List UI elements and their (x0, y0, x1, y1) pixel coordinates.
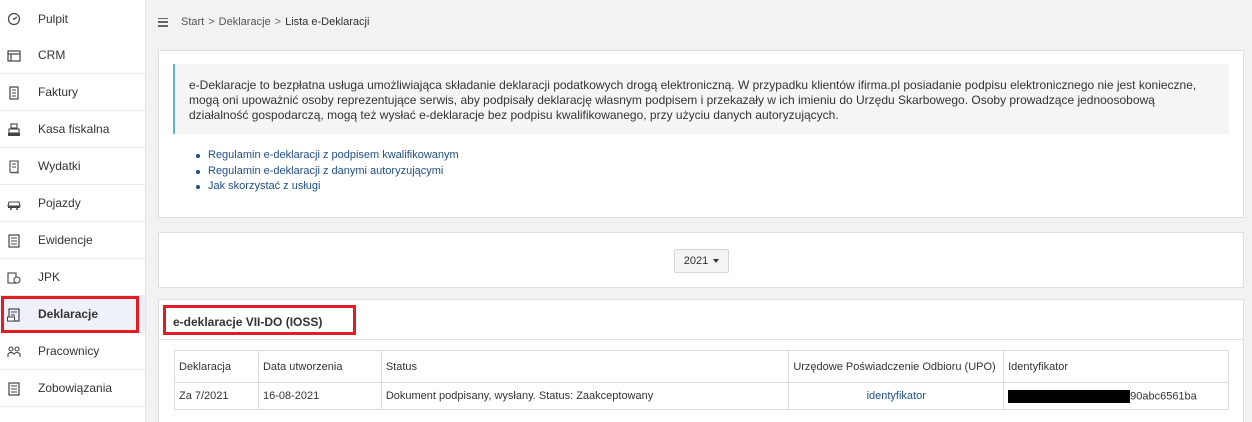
column-header: Urzędowe Poświadczenie Odbioru (UPO) (788, 350, 1005, 383)
upo-link[interactable]: identyfikator (867, 390, 926, 402)
sidebar-item-label: Zobowiązania (38, 381, 113, 395)
crm-icon (6, 48, 21, 63)
breadcrumb-start[interactable]: Start (181, 16, 204, 28)
sidebar-item-label: Pracownicy (38, 344, 100, 358)
column-header: Status (380, 350, 790, 383)
column-header: Identyfikator (1003, 350, 1229, 383)
declarations-icon (6, 307, 21, 322)
sidebar-item-wydatki[interactable]: Wydatki (0, 148, 145, 185)
cell-data: 16-08-2021 (257, 382, 382, 410)
sidebar-item-label: Faktury (38, 85, 79, 99)
declarations-title: e-deklaracje VII-DO (IOSS) (173, 315, 323, 329)
jpk-icon (6, 270, 21, 285)
identyfikator-suffix: 90abc6561ba (1130, 389, 1197, 402)
column-header: Data utworzenia (257, 350, 382, 383)
expenses-icon (6, 159, 21, 174)
sidebar-item-pulpit[interactable]: Pulpit (0, 0, 145, 37)
car-icon (6, 196, 21, 211)
dashboard-icon (6, 11, 21, 26)
sidebar-item-label: Ewidencje (38, 233, 93, 247)
employees-icon (6, 344, 21, 359)
declarations-header: e-deklaracje VII-DO (IOSS) (159, 300, 1243, 340)
info-callout: e-Deklaracje to bezpłatna usługa umożliw… (173, 64, 1229, 134)
sidebar-item-pojazdy[interactable]: Pojazdy (0, 185, 145, 222)
cash-register-icon (6, 122, 21, 137)
sidebar-item-label: Kasa fiskalna (38, 122, 110, 136)
sidebar-item-pracownicy[interactable]: Pracownicy (0, 333, 145, 370)
invoice-icon (6, 85, 21, 100)
breadcrumb-current: Lista e-Deklaracji (285, 16, 370, 28)
year-dropdown[interactable]: 2021 (674, 249, 729, 273)
table-header-row: Deklaracja Data utworzenia Status Urzędo… (174, 350, 1229, 383)
liabilities-icon (6, 381, 21, 396)
table-row: Za 7/2021 16-08-2021 Dokument podpisany,… (174, 382, 1229, 410)
year-panel: 2021 (158, 232, 1244, 288)
breadcrumb-separator: > (208, 16, 215, 28)
sidebar-item-ewidencje[interactable]: Ewidencje (0, 222, 145, 259)
column-header: Deklaracja (174, 350, 259, 383)
records-icon (6, 233, 21, 248)
sidebar-item-jpk[interactable]: JPK (0, 259, 145, 296)
cell-identyfikator: 90abc6561ba (1003, 382, 1229, 410)
cell-status: Dokument podpisany, wysłany. Status: Zaa… (380, 382, 790, 410)
cell-deklaracja: Za 7/2021 (174, 382, 259, 410)
declarations-panel: e-deklaracje VII-DO (IOSS) Deklaracja Da… (158, 299, 1244, 422)
sidebar-item-crm[interactable]: CRM (0, 37, 145, 74)
sidebar-item-label: Wydatki (38, 159, 81, 173)
info-links: Regulamin e-deklaracji z podpisem kwalif… (195, 148, 459, 195)
sidebar-item-label: Deklaracje (38, 307, 99, 321)
breadcrumb-separator: > (274, 16, 282, 28)
redacted-block (1008, 389, 1131, 403)
cell-upo: identyfikator (788, 382, 1005, 410)
sidebar-item-faktury[interactable]: Faktury (0, 74, 145, 111)
sidebar-item-deklaracje[interactable]: Deklaracje (0, 296, 145, 333)
breadcrumb-deklaracje[interactable]: Deklaracje (219, 16, 271, 28)
sidebar-item-zobowiazania[interactable]: Zobowiązania (0, 370, 145, 407)
sidebar: Pulpit CRM Faktury Kasa fiskalna Wydatki… (0, 0, 146, 422)
link-jak-skorzystac[interactable]: Jak skorzystać z usługi (195, 179, 459, 195)
declarations-table: Deklaracja Data utworzenia Status Urzędo… (174, 350, 1229, 410)
caret-down-icon (713, 259, 720, 263)
link-regulamin-autoryzujace[interactable]: Regulamin e-deklaracji z danymi autoryzu… (195, 164, 459, 180)
sidebar-item-label: Pulpit (38, 11, 69, 26)
link-regulamin-kwalifikowany[interactable]: Regulamin e-deklaracji z podpisem kwalif… (195, 148, 459, 164)
info-panel: e-Deklaracje to bezpłatna usługa umożliw… (158, 50, 1244, 218)
sidebar-item-label: Pojazdy (38, 196, 81, 210)
main-content: Start > Deklaracje > Lista e-Deklaracji … (146, 0, 1252, 422)
breadcrumb: Start > Deklaracje > Lista e-Deklaracji (146, 0, 1252, 44)
sidebar-item-label: CRM (38, 48, 66, 62)
sidebar-item-kasa-fiskalna[interactable]: Kasa fiskalna (0, 111, 145, 148)
year-value: 2021 (683, 255, 709, 267)
menu-icon[interactable] (158, 17, 168, 27)
sidebar-item-label: JPK (38, 270, 61, 284)
